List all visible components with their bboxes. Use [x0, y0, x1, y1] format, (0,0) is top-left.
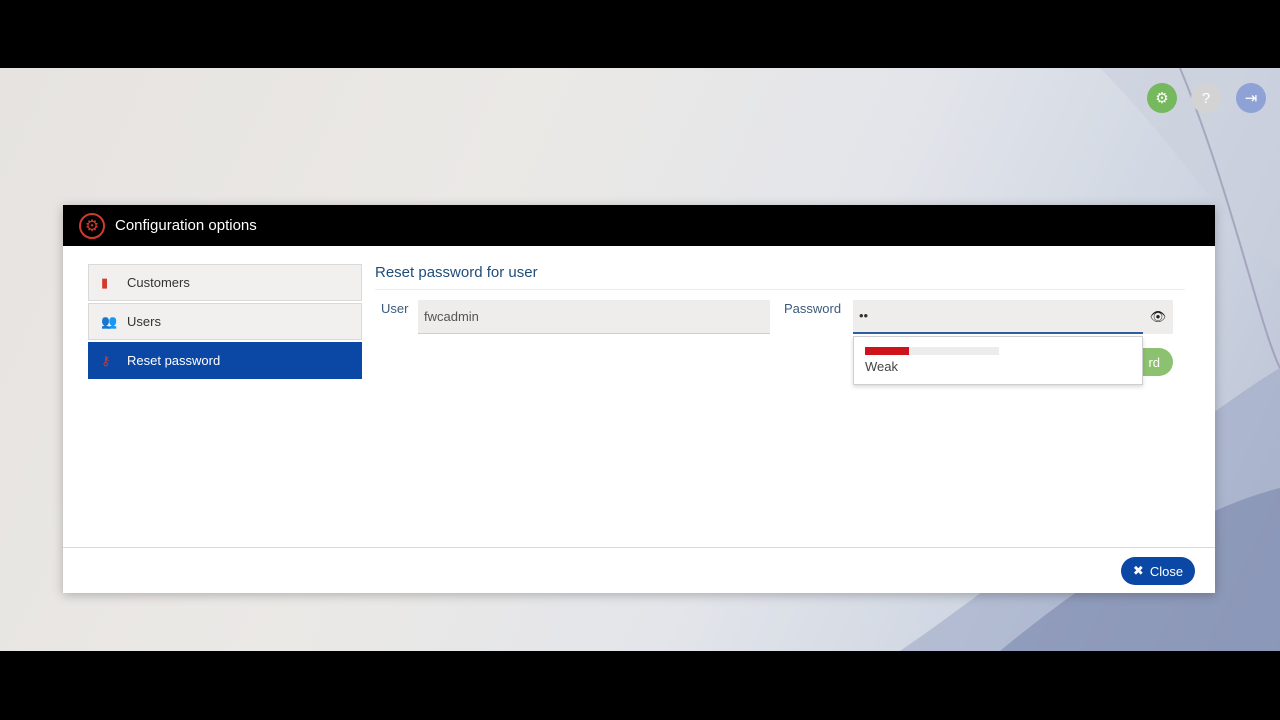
close-button[interactable]: ✖ Close	[1121, 557, 1195, 585]
password-strength-popup: Weak	[853, 336, 1143, 385]
sidebar-item-label: Users	[127, 314, 161, 329]
sidebar-item-customers[interactable]: ▮ Customers	[88, 264, 362, 301]
user-field[interactable]: fwcadmin	[418, 300, 770, 334]
eye-icon: 👁	[1149, 309, 1167, 324]
logout-button[interactable]: ⇥	[1236, 83, 1266, 113]
key-icon: ⚷	[101, 352, 111, 368]
building-icon: ▮	[101, 274, 109, 290]
question-icon: ?	[1201, 89, 1211, 107]
gear-icon: ⚙	[79, 212, 105, 239]
sidebar-item-reset-password[interactable]: ⚷ Reset password	[88, 342, 362, 379]
settings-button[interactable]: ⚙	[1147, 83, 1177, 113]
reset-password-panel: Reset password for user User fwcadmin Pa…	[375, 264, 1185, 385]
users-icon: 👥	[101, 313, 118, 329]
sidebar-item-label: Reset password	[127, 353, 221, 368]
dialog-header: ⚙ Configuration options	[63, 205, 1215, 246]
gear-icon: ⚙	[1155, 90, 1169, 107]
help-button[interactable]: ?	[1191, 83, 1221, 113]
app-background: ⚙ ? ⇥ ⚙ Configuration options ▮ Customer…	[0, 68, 1280, 651]
logout-icon: ⇥	[1244, 90, 1258, 107]
user-label: User	[381, 301, 409, 316]
options-sidebar: ▮ Customers 👥 Users ⚷ Reset password	[88, 264, 362, 381]
sidebar-item-users[interactable]: 👥 Users	[88, 303, 362, 340]
configuration-dialog: ⚙ Configuration options ▮ Customers 👥 Us…	[63, 205, 1215, 593]
password-field[interactable]: ••	[853, 300, 1143, 334]
dialog-footer: ✖ Close	[63, 547, 1215, 593]
strength-meter-fill	[865, 347, 910, 355]
dialog-title: Configuration options	[115, 217, 257, 234]
close-label: Close	[1149, 563, 1184, 579]
strength-label: Weak	[865, 359, 898, 374]
x-icon: ✖	[1132, 563, 1144, 578]
password-label: Password	[784, 301, 842, 316]
section-title: Reset password for user	[375, 264, 1185, 290]
show-password-button[interactable]: 👁	[1143, 300, 1173, 334]
sidebar-item-label: Customers	[127, 275, 190, 290]
strength-meter	[865, 347, 999, 355]
